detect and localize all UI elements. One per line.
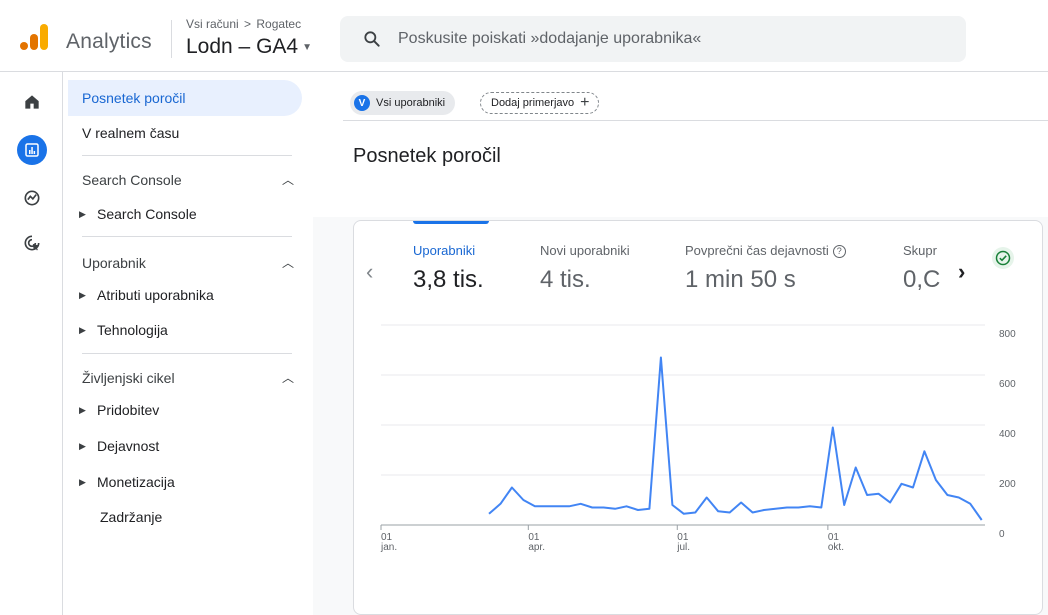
search-icon bbox=[364, 31, 380, 47]
chevron-up-icon: ︿ bbox=[281, 173, 294, 187]
chip-bar-divider bbox=[343, 120, 1048, 121]
side-navigation: Posnetek poročil V realnem času Search C… bbox=[63, 72, 313, 615]
nav-item-label: Posnetek poročil bbox=[82, 90, 186, 106]
nav-item-search-console[interactable]: ▶ Search Console bbox=[68, 196, 302, 232]
nav-item-engagement[interactable]: ▶ Dejavnost bbox=[68, 428, 302, 464]
app-name: Analytics bbox=[66, 30, 152, 53]
expand-arrow-icon: ▶ bbox=[79, 208, 86, 219]
bar-chart-icon bbox=[25, 143, 39, 157]
metric-tab-users[interactable]: Uporabniki 3,8 tis. bbox=[413, 243, 484, 294]
breadcrumb[interactable]: Vsi računi > Rogatec bbox=[186, 17, 301, 31]
segment-badge: V bbox=[354, 95, 370, 111]
nav-item-label: Search Console bbox=[97, 206, 197, 222]
nav-item-label: Atributi uporabnika bbox=[97, 287, 214, 303]
caret-down-icon: ▼ bbox=[302, 41, 312, 53]
breadcrumb-sub: Rogatec bbox=[256, 17, 302, 31]
chevron-right-icon[interactable]: › bbox=[958, 259, 965, 285]
expand-arrow-icon: ▶ bbox=[79, 404, 86, 415]
metric-tab-avg-engagement-time[interactable]: Povprečni čas dejavnosti? 1 min 50 s bbox=[685, 243, 846, 294]
expand-arrow-icon: ▶ bbox=[79, 289, 86, 300]
nav-item-acquisition[interactable]: ▶ Pridobitev bbox=[68, 392, 302, 428]
nav-section-title: Search Console bbox=[82, 171, 182, 188]
nav-item-label: Pridobitev bbox=[97, 402, 160, 418]
main-content: V Vsi uporabniki Dodaj primerjavo + Posn… bbox=[313, 72, 1048, 615]
nav-item-technology[interactable]: ▶ Tehnologija bbox=[68, 312, 302, 348]
add-comparison-button[interactable]: Dodaj primerjavo + bbox=[480, 92, 599, 114]
nav-section-title: Življenjski cikel bbox=[82, 369, 175, 386]
nav-item-user-attributes[interactable]: ▶ Atributi uporabnika bbox=[68, 277, 302, 313]
home-icon bbox=[25, 95, 39, 109]
header-divider bbox=[171, 20, 172, 58]
metric-value: 1 min 50 s bbox=[685, 266, 796, 293]
plus-icon: + bbox=[580, 94, 590, 111]
nav-divider bbox=[82, 353, 292, 354]
nav-section-lifecycle[interactable]: Življenjski cikel ︿ bbox=[82, 369, 294, 386]
nav-section-user[interactable]: Uporabnik ︿ bbox=[82, 254, 294, 271]
metric-tab-new-users[interactable]: Novi uporabniki 4 tis. bbox=[540, 243, 630, 294]
breadcrumb-separator: > bbox=[244, 17, 252, 31]
nav-item-realtime[interactable]: V realnem času bbox=[68, 115, 302, 151]
nav-item-label: Zadržanje bbox=[100, 509, 163, 525]
search-input[interactable] bbox=[398, 30, 918, 48]
nav-section-search-console[interactable]: Search Console ︿ bbox=[82, 171, 294, 188]
chevron-up-icon: ︿ bbox=[281, 256, 294, 270]
segment-chip-label: Vsi uporabniki bbox=[376, 97, 446, 109]
active-metric-indicator bbox=[413, 221, 489, 224]
nav-item-retention[interactable]: Zadržanje bbox=[68, 499, 302, 535]
metric-label: Novi uporabniki bbox=[540, 243, 630, 258]
expand-arrow-icon: ▶ bbox=[79, 440, 86, 451]
explore-icon bbox=[24, 190, 40, 206]
help-icon[interactable]: ? bbox=[832, 245, 846, 258]
nav-section-title: Uporabnik bbox=[82, 254, 146, 271]
nav-item-label: Tehnologija bbox=[97, 322, 168, 338]
nav-item-monetization[interactable]: ▶ Monetizacija bbox=[68, 464, 302, 500]
check-circle-icon[interactable] bbox=[992, 247, 1014, 269]
nav-item-label: Dejavnost bbox=[97, 438, 160, 454]
metric-tab-total[interactable]: Skupr 0,C bbox=[903, 243, 949, 294]
metric-label: Povprečni čas dejavnosti bbox=[685, 243, 829, 258]
expand-arrow-icon: ▶ bbox=[79, 324, 86, 335]
chevron-left-icon[interactable]: ‹ bbox=[366, 259, 373, 285]
explore-button[interactable] bbox=[17, 183, 47, 213]
metric-label: Skupr bbox=[903, 243, 937, 258]
top-bar: Analytics Vsi računi > Rogatec Lodn – GA… bbox=[0, 0, 1048, 72]
search-bar[interactable] bbox=[340, 16, 966, 62]
metric-value: 0,C bbox=[903, 266, 941, 293]
nav-divider bbox=[82, 155, 292, 156]
nav-item-label: V realnem času bbox=[82, 125, 180, 141]
overview-card: ‹ Uporabniki 3,8 tis. Novi uporabniki 4 … bbox=[353, 220, 1043, 615]
nav-item-label: Monetizacija bbox=[97, 474, 175, 490]
add-comparison-label: Dodaj primerjavo bbox=[491, 97, 575, 109]
metric-value: 4 tis. bbox=[540, 266, 591, 293]
reports-button[interactable] bbox=[17, 135, 47, 165]
nav-divider bbox=[82, 236, 292, 237]
property-name: Lodn – GA4 bbox=[186, 35, 299, 58]
segment-chip-all-users[interactable]: V Vsi uporabniki bbox=[350, 91, 456, 115]
nav-item-reports-snapshot[interactable]: Posnetek poročil bbox=[68, 80, 302, 116]
home-button[interactable] bbox=[17, 87, 47, 117]
breadcrumb-account: Vsi računi bbox=[186, 17, 239, 31]
property-selector[interactable]: Lodn – GA4 ▼ bbox=[186, 35, 312, 59]
page-title: Posnetek poročil bbox=[353, 145, 501, 167]
advertising-button[interactable] bbox=[17, 228, 47, 258]
icon-rail bbox=[0, 72, 63, 615]
metric-value: 3,8 tis. bbox=[413, 266, 484, 293]
cursor-target-icon bbox=[24, 235, 40, 251]
metric-label: Uporabniki bbox=[413, 243, 476, 258]
expand-arrow-icon: ▶ bbox=[79, 476, 86, 487]
chevron-up-icon: ︿ bbox=[281, 371, 294, 385]
metric-label-row: Povprečni čas dejavnosti? bbox=[685, 243, 846, 258]
analytics-logo-icon[interactable] bbox=[20, 22, 50, 52]
